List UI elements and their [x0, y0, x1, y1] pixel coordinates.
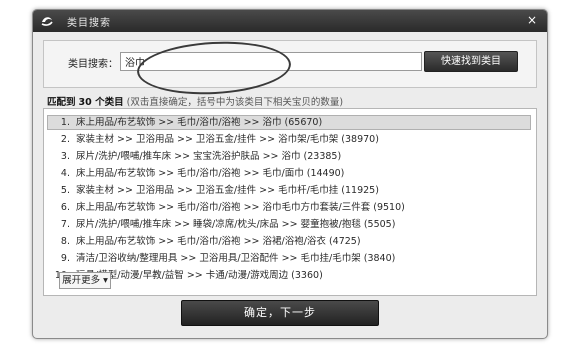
match-hint: (双击直接确定，括号中为该类目下相关宝贝的数量): [126, 97, 344, 108]
expand-more-button[interactable]: 展开更多 ▾: [59, 272, 111, 289]
confirm-next-button[interactable]: 确定，下一步: [181, 300, 379, 326]
result-item[interactable]: 2. 家装主材 >> 卫浴用品 >> 卫浴五金/挂件 >> 浴巾架/毛巾架 (38…: [48, 132, 530, 147]
result-text: 床上用品/布艺软饰 >> 毛巾/浴巾/浴袍 >> 浴巾 (65670): [76, 117, 323, 128]
quick-find-button[interactable]: 快速找到类目: [424, 51, 518, 72]
result-item[interactable]: 4. 床上用品/布艺软饰 >> 毛巾/浴巾/浴袍 >> 毛巾/面巾 (14490): [48, 166, 530, 181]
result-item[interactable]: 9. 清洁/卫浴收纳/整理用具 >> 卫浴用具/卫浴配件 >> 毛巾挂/毛巾架 (…: [48, 251, 530, 266]
app-logo-icon: [41, 17, 53, 26]
result-item[interactable]: 3. 尿片/洗护/喂哺/推车床 >> 宝宝洗浴护肤品 >> 浴巾 (23385): [48, 149, 530, 164]
title-bar: 类目搜索 ×: [33, 10, 547, 32]
result-text: 尿片/洗护/喂哺/推车床 >> 宝宝洗浴护肤品 >> 浴巾 (23385): [76, 151, 342, 162]
result-item[interactable]: 7. 尿片/洗护/喂哺/推车床 >> 睡袋/凉席/枕头/床品 >> 婴童抱被/抱毯…: [48, 217, 530, 232]
match-summary: 匹配到 30 个类目 (双击直接确定，括号中为该类目下相关宝贝的数量): [47, 94, 343, 108]
match-count: 30 个类目: [78, 97, 124, 108]
match-prefix: 匹配到: [47, 97, 76, 108]
result-text: 床上用品/布艺软饰 >> 毛巾/浴巾/浴袍 >> 浴巾毛巾方巾套装/三件套 (9…: [76, 202, 405, 213]
result-text: 床上用品/布艺软饰 >> 毛巾/浴巾/浴袍 >> 毛巾/面巾 (14490): [76, 168, 345, 179]
result-text: 家装主材 >> 卫浴用品 >> 卫浴五金/挂件 >> 浴巾架/毛巾架 (3897…: [76, 134, 379, 145]
search-input[interactable]: [120, 52, 422, 71]
result-text: 家装主材 >> 卫浴用品 >> 卫浴五金/挂件 >> 毛巾杆/毛巾挂 (1192…: [76, 185, 379, 196]
result-item[interactable]: 5. 家装主材 >> 卫浴用品 >> 卫浴五金/挂件 >> 毛巾杆/毛巾挂 (11…: [48, 183, 530, 198]
window-title: 类目搜索: [67, 18, 111, 29]
result-text: 玩具/模型/动漫/早教/益智 >> 卡通/动漫/游戏周边 (3360): [76, 270, 323, 281]
result-item[interactable]: 6. 床上用品/布艺软饰 >> 毛巾/浴巾/浴袍 >> 浴巾毛巾方巾套装/三件套 …: [48, 200, 530, 215]
search-panel: 类目搜索： 快速找到类目: [43, 40, 537, 88]
result-text: 床上用品/布艺软饰 >> 毛巾/浴巾/浴袍 >> 浴裙/浴袍/浴衣 (4725): [76, 236, 361, 247]
close-button[interactable]: ×: [527, 13, 537, 27]
result-item[interactable]: 8. 床上用品/布艺软饰 >> 毛巾/浴巾/浴袍 >> 浴裙/浴袍/浴衣 (472…: [48, 234, 530, 249]
result-text: 清洁/卫浴收纳/整理用具 >> 卫浴用具/卫浴配件 >> 毛巾挂/毛巾架 (38…: [76, 253, 396, 264]
result-text: 尿片/洗护/喂哺/推车床 >> 睡袋/凉席/枕头/床品 >> 婴童抱被/抱毯 (…: [76, 219, 396, 230]
category-search-dialog: 类目搜索 × 类目搜索： 快速找到类目 匹配到 30 个类目 (双击直接确定，括…: [32, 9, 548, 339]
result-item[interactable]: 10.玩具/模型/动漫/早教/益智 >> 卡通/动漫/游戏周边 (3360): [48, 268, 530, 283]
search-label: 类目搜索：: [68, 59, 118, 70]
results-list: 1. 床上用品/布艺软饰 >> 毛巾/浴巾/浴袍 >> 浴巾 (65670) 2.…: [43, 108, 537, 296]
result-item[interactable]: 1. 床上用品/布艺软饰 >> 毛巾/浴巾/浴袍 >> 浴巾 (65670): [47, 115, 531, 130]
